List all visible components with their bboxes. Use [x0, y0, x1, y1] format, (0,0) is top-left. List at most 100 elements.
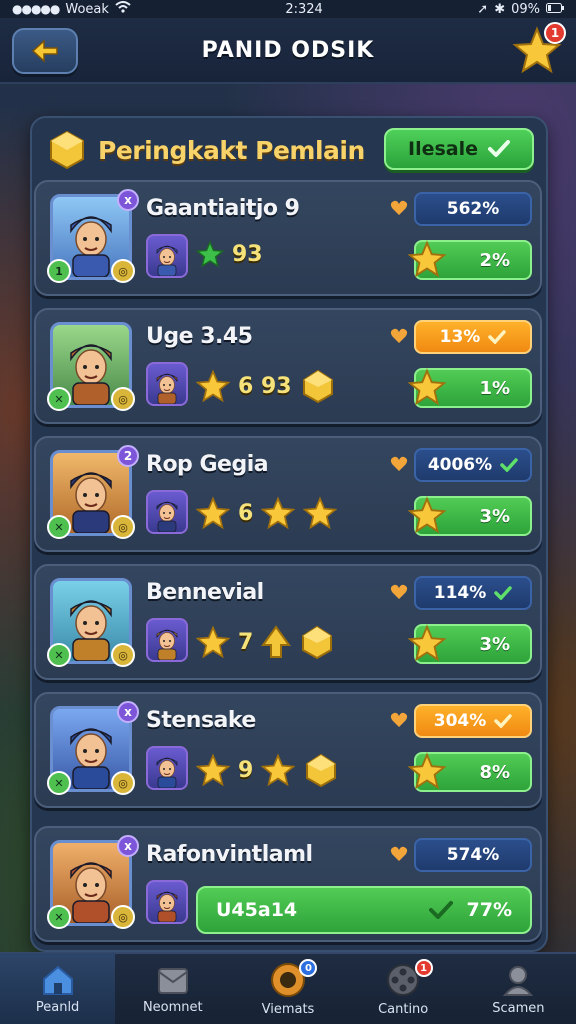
- player-portrait[interactable]: ✕ ◎: [47, 578, 135, 667]
- percent-pill: 13%: [414, 320, 532, 354]
- bar-label: U45a14: [216, 899, 298, 921]
- arrow-left-icon: [31, 39, 58, 63]
- player-portrait[interactable]: x ✕ ◎: [47, 701, 139, 795]
- gem-icon: [302, 625, 333, 660]
- clock: 2:324: [285, 1, 323, 17]
- nav-label-cinema: Cantino: [378, 1001, 429, 1017]
- location-icon: ➚: [477, 1, 489, 17]
- heart-icon: [390, 328, 408, 343]
- profile-icon: [503, 965, 534, 996]
- heart-icon: [390, 584, 408, 599]
- nav-label-events: Viemats: [261, 1001, 315, 1017]
- unit-thumbnail: [146, 618, 188, 662]
- leaderboard-row[interactable]: x ✕ ◎ Rafonvintlaml 574% U45a14 77%: [34, 826, 542, 942]
- nav-item-profile[interactable]: Scamen: [461, 953, 576, 1024]
- class-badge: ◎: [111, 259, 135, 283]
- page-title: PANID ODSIK: [201, 37, 375, 63]
- level-badge: ✕: [47, 771, 71, 795]
- green-star-icon: [196, 240, 224, 268]
- gold-star-icon: [407, 368, 447, 406]
- gold-star-icon: [196, 753, 230, 787]
- stat-icons: 7: [196, 624, 335, 660]
- wide-score-bar: U45a14 77%: [196, 886, 532, 934]
- percent-pill: 114%: [414, 576, 532, 610]
- nav-item-mail[interactable]: Neomnet: [115, 953, 230, 1024]
- unit-thumbnail: [146, 362, 188, 406]
- gold-star-icon: [407, 624, 447, 662]
- check-icon: [494, 586, 513, 600]
- level-badge: ✕: [47, 515, 71, 539]
- class-badge: ◎: [111, 905, 135, 929]
- nav-item-home[interactable]: Peanld: [0, 953, 116, 1024]
- player-name: Rop Gegia: [146, 452, 269, 477]
- bottom-nav: Peanld Neomnet 0 Viemats 1 Cantino Scame…: [0, 952, 576, 1024]
- gem-icon: [302, 369, 333, 404]
- nav-label-mail: Neomnet: [142, 999, 203, 1015]
- panel-action-button[interactable]: Ilesale: [384, 128, 534, 170]
- stat-icons: 6: [196, 496, 338, 530]
- score-value: 8%: [479, 761, 510, 783]
- level-badge: 1: [47, 259, 71, 283]
- stat-icons: 6 93: [196, 368, 336, 404]
- hero-portrait-icon: [156, 373, 178, 405]
- check-icon: [494, 714, 513, 728]
- back-button[interactable]: [12, 28, 78, 74]
- percent-value: 562%: [446, 199, 500, 219]
- player-portrait[interactable]: ✕ ◎: [47, 322, 135, 411]
- player-name: Stensake: [146, 708, 256, 733]
- score-star: [407, 624, 447, 666]
- hero-portrait-icon: [156, 757, 178, 789]
- check-icon: [488, 330, 507, 344]
- panel-action-label: Ilesale: [408, 138, 478, 160]
- signal-icon: ●●●●●: [12, 2, 60, 16]
- leaderboard-row[interactable]: ✕ ◎ Bennevial 7 114% 3%: [34, 564, 542, 680]
- rank-badge: 2: [117, 445, 139, 467]
- carrier-label: Woeak: [65, 1, 109, 17]
- unit-thumbnail: [146, 234, 188, 278]
- rank-badge: x: [117, 701, 139, 723]
- score-star: [407, 240, 447, 282]
- hero-portrait-icon: [156, 501, 178, 533]
- level-badge-label: 1: [55, 264, 63, 278]
- percent-pill: 562%: [414, 192, 532, 226]
- stat-icons: 9: [196, 752, 339, 788]
- leaderboard-row[interactable]: 2 ✕ ◎ Rop Gegia 6 4006% 3%: [34, 436, 542, 552]
- nav-item-events[interactable]: 0 Viemats: [230, 953, 345, 1024]
- heart-icon: [390, 456, 408, 471]
- rank-badge: x: [117, 189, 139, 211]
- rank-badge: x: [117, 835, 139, 857]
- player-name: Uge 3.45: [146, 324, 253, 349]
- status-bar: ●●●●● Woeak 2:324 ➚ ✱ 09%: [0, 0, 576, 18]
- leaderboard-row[interactable]: ✕ ◎ Uge 3.45 6 93 13% 1%: [34, 308, 542, 424]
- player-name: Rafonvintlaml: [146, 842, 313, 867]
- level-badge: ✕: [47, 387, 71, 411]
- hero-portrait-icon: [156, 891, 178, 923]
- unit-thumbnail: [146, 880, 188, 924]
- check-icon: [428, 901, 453, 919]
- player-portrait[interactable]: 2 ✕ ◎: [47, 445, 139, 539]
- percent-value: 13%: [439, 327, 481, 347]
- gold-star-icon: [196, 625, 230, 659]
- score-value: 1%: [479, 377, 510, 399]
- gold-star-icon: [261, 753, 296, 787]
- leaderboard-row[interactable]: x 1 ◎ Gaantiaitjo 9 93 562% 2%: [34, 180, 542, 296]
- class-badge: ◎: [111, 643, 135, 667]
- home-icon: [42, 965, 73, 995]
- gold-star-icon: [407, 240, 447, 278]
- percent-value: 304%: [433, 711, 487, 731]
- heart-icon: [390, 200, 408, 215]
- favorites-button[interactable]: 1: [510, 22, 566, 78]
- player-portrait[interactable]: x ✕ ◎: [47, 835, 139, 929]
- mail-icon: [157, 967, 188, 994]
- score-value: 3%: [479, 505, 510, 527]
- player-portrait[interactable]: x 1 ◎: [47, 189, 139, 283]
- nav-item-cinema[interactable]: 1 Cantino: [346, 953, 461, 1024]
- gold-star-icon: [303, 496, 338, 530]
- nav-cinema-badge: 1: [414, 959, 433, 977]
- gold-star-icon: [407, 496, 447, 534]
- stat-value: 93: [232, 241, 263, 267]
- leaderboard-row[interactable]: x ✕ ◎ Stensake 9 304% 8%: [34, 692, 542, 808]
- percent-pill: 574%: [414, 838, 532, 872]
- score-star: [407, 496, 447, 538]
- hero-portrait-icon: [156, 245, 178, 277]
